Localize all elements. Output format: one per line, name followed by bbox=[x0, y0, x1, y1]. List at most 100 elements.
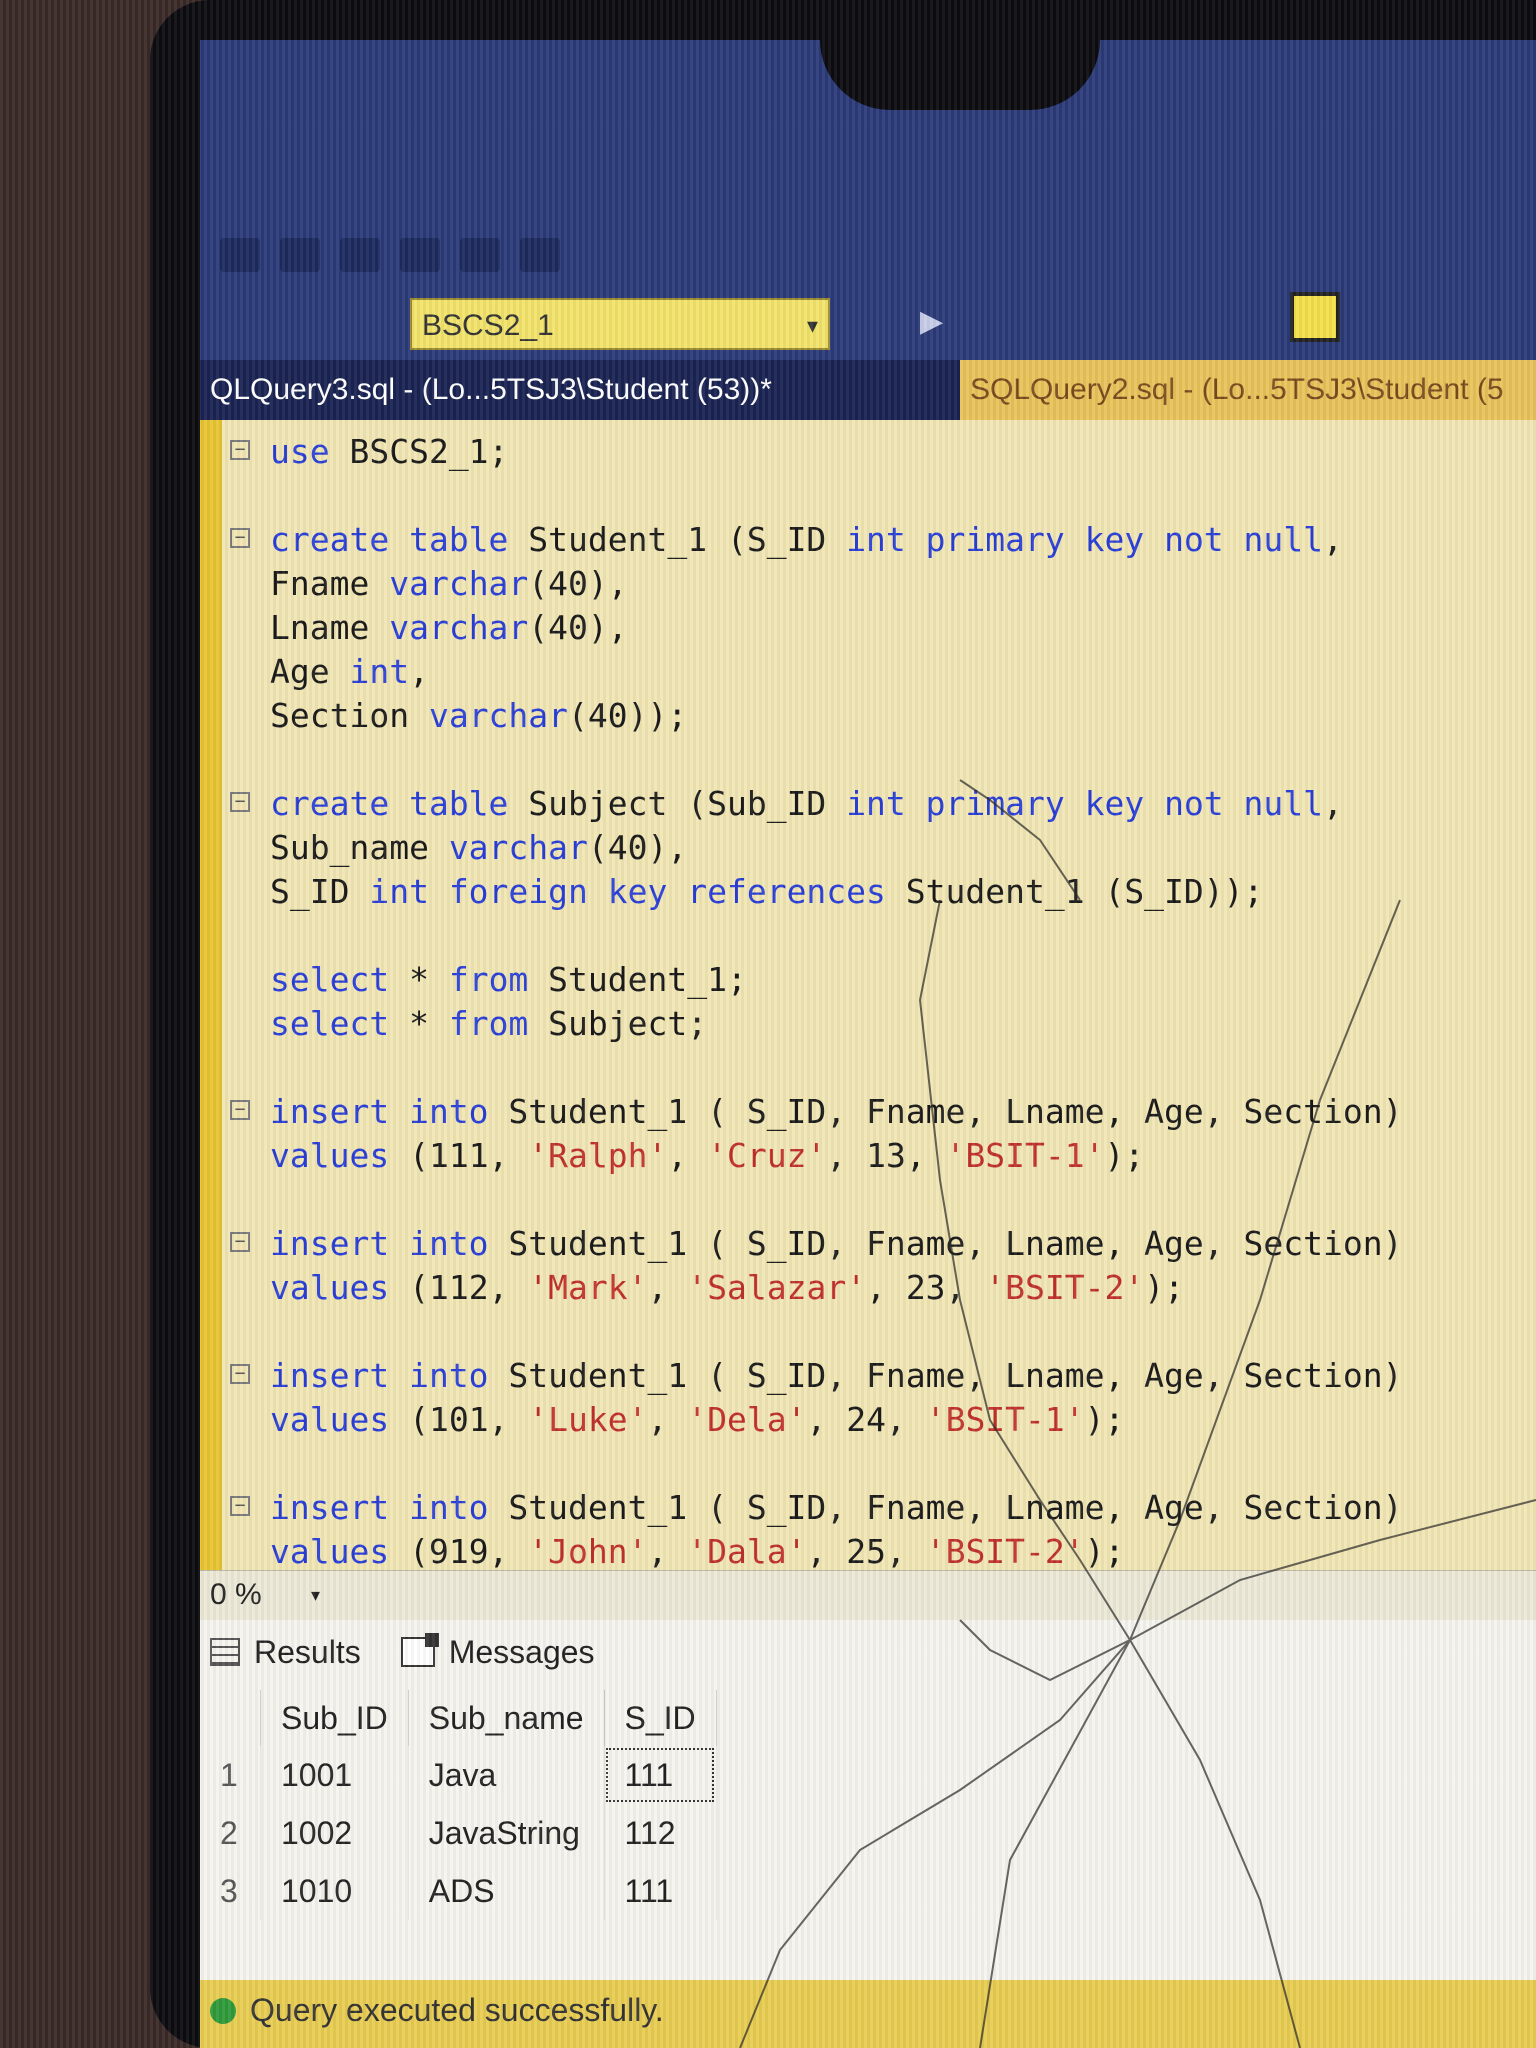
code-line[interactable]: − insert into Student_1 ( S_ID, Fname, Ln… bbox=[230, 1486, 1536, 1530]
collapse-icon[interactable]: − bbox=[230, 1496, 250, 1516]
code-blank-line[interactable] bbox=[230, 474, 1536, 518]
zoom-select[interactable]: 0 % ▾ bbox=[210, 1577, 320, 1613]
table-row[interactable]: 1 1001 Java 111 bbox=[210, 1746, 717, 1804]
table-cell[interactable]: 1001 bbox=[260, 1746, 409, 1804]
execute-icon[interactable]: ▶ bbox=[920, 304, 943, 339]
code-line[interactable]: values (112, 'Mark', 'Salazar', 23, 'BSI… bbox=[230, 1266, 1536, 1310]
table-cell[interactable]: 111 bbox=[604, 1862, 717, 1920]
code-area[interactable]: − use BSCS2_1; − create table Student_1 (S_… bbox=[230, 430, 1536, 1570]
code-line[interactable]: select * from Student_1; bbox=[230, 958, 1536, 1002]
chevron-down-icon: ▾ bbox=[310, 1585, 320, 1605]
code-text: (40), bbox=[528, 564, 628, 603]
code-keyword: insert into bbox=[270, 1356, 489, 1395]
table-row[interactable]: 3 1010 ADS 111 bbox=[210, 1862, 717, 1920]
collapse-icon[interactable]: − bbox=[230, 440, 250, 460]
table-cell[interactable]: 1002 bbox=[260, 1804, 409, 1862]
code-text: (40), bbox=[587, 828, 688, 867]
code-line[interactable]: values (111, 'Ralph', 'Cruz', 13, 'BSIT-… bbox=[230, 1134, 1536, 1178]
code-line[interactable]: Fname varchar(40), bbox=[230, 562, 1536, 606]
tab-sqlquery2[interactable]: SQLQuery2.sql - (Lo...5TSJ3\Student (5 bbox=[960, 360, 1536, 420]
code-line[interactable]: select * from Subject; bbox=[230, 1002, 1536, 1046]
code-blank-line[interactable] bbox=[230, 1442, 1536, 1486]
query-toolbar: BSCS2_1 ▾ ▶ bbox=[200, 290, 1536, 360]
results-header-row: Sub_ID Sub_name S_ID bbox=[210, 1690, 717, 1746]
code-text: , bbox=[1323, 520, 1343, 559]
code-text: Fname bbox=[270, 564, 390, 603]
table-cell[interactable]: ADS bbox=[408, 1862, 605, 1920]
collapse-icon[interactable]: − bbox=[230, 792, 250, 812]
column-header[interactable]: S_ID bbox=[604, 1690, 717, 1746]
database-select-value: BSCS2_1 bbox=[422, 309, 554, 342]
code-line[interactable]: S_ID int foreign key references Student_… bbox=[230, 870, 1536, 914]
save-icon[interactable] bbox=[340, 238, 380, 272]
table-cell[interactable]: Java bbox=[408, 1746, 605, 1804]
table-row[interactable]: 2 1002 JavaString 112 bbox=[210, 1804, 717, 1862]
status-text: Query executed successfully. bbox=[250, 1992, 664, 2028]
messages-icon bbox=[400, 1633, 439, 1667]
save-all-icon[interactable] bbox=[400, 238, 440, 272]
collapse-icon[interactable]: − bbox=[230, 528, 250, 548]
code-line[interactable]: Sub_name varchar(40), bbox=[230, 826, 1536, 870]
code-line[interactable]: − create table Student_1 (S_ID int primar… bbox=[230, 518, 1536, 562]
code-line[interactable]: values (101, 'Luke', 'Dela', 24, 'BSIT-1… bbox=[230, 1398, 1536, 1442]
redo-icon[interactable] bbox=[520, 238, 560, 272]
code-line[interactable]: Age int, bbox=[230, 650, 1536, 694]
query-editor[interactable]: − use BSCS2_1; − create table Student_1 (S_… bbox=[200, 420, 1536, 1570]
code-text: S_ID bbox=[270, 872, 370, 911]
status-bar: Query executed successfully. bbox=[200, 1980, 1536, 2048]
code-text: Age bbox=[270, 652, 350, 691]
database-select[interactable]: BSCS2_1 ▾ bbox=[410, 298, 830, 350]
table-cell[interactable]: 112 bbox=[604, 1804, 717, 1862]
undo-icon[interactable] bbox=[460, 238, 500, 272]
code-line[interactable]: − use BSCS2_1; bbox=[230, 430, 1536, 474]
code-string: 'BSIT-2' bbox=[925, 1532, 1085, 1570]
code-keyword: varchar bbox=[389, 608, 529, 647]
column-header[interactable]: Sub_ID bbox=[260, 1690, 409, 1746]
collapse-icon[interactable]: − bbox=[230, 1232, 250, 1252]
code-text: ); bbox=[1084, 1400, 1125, 1439]
collapse-icon[interactable]: − bbox=[230, 1100, 250, 1120]
code-line[interactable]: − insert into Student_1 ( S_ID, Fname, Ln… bbox=[230, 1354, 1536, 1398]
code-text: ); bbox=[1144, 1268, 1184, 1307]
code-blank-line[interactable] bbox=[230, 1046, 1536, 1090]
code-line[interactable]: Lname varchar(40), bbox=[230, 606, 1536, 650]
open-file-icon[interactable] bbox=[280, 238, 320, 272]
code-text: Subject (Sub_ID bbox=[508, 784, 847, 823]
tab-messages-label: Messages bbox=[448, 1633, 595, 1670]
camera-notch bbox=[820, 40, 1100, 110]
code-line[interactable]: − create table Subject (Sub_ID int primar… bbox=[230, 782, 1536, 826]
tab-sqlquery3[interactable]: QLQuery3.sql - (Lo...5TSJ3\Student (53))… bbox=[200, 360, 960, 420]
toolbar-highlight-icon[interactable] bbox=[1290, 292, 1340, 342]
table-cell[interactable]: JavaString bbox=[408, 1804, 605, 1862]
results-grid[interactable]: Sub_ID Sub_name S_ID 1 1001 Java 111 2 1… bbox=[210, 1690, 717, 1920]
code-text: * bbox=[389, 960, 449, 999]
row-number-header bbox=[210, 1690, 261, 1746]
screen: BSCS2_1 ▾ ▶ QLQuery3.sql - (Lo...5TSJ3\S… bbox=[200, 40, 1536, 2048]
code-blank-line[interactable] bbox=[230, 1310, 1536, 1354]
collapse-icon[interactable]: − bbox=[230, 1364, 250, 1384]
code-text: , bbox=[647, 1400, 688, 1439]
code-text: Student_1 ( S_ID, Fname, Lname, Age, Sec… bbox=[488, 1224, 1403, 1263]
code-line[interactable]: − insert into Student_1 ( S_ID, Fname, Ln… bbox=[230, 1090, 1536, 1134]
zoom-value: 0 % bbox=[210, 1578, 262, 1611]
tab-messages[interactable]: Messages bbox=[400, 1633, 595, 1671]
code-blank-line[interactable] bbox=[230, 1178, 1536, 1222]
code-line[interactable]: Section varchar(40)); bbox=[230, 694, 1536, 738]
code-keyword: values bbox=[270, 1268, 390, 1307]
table-cell-selected[interactable]: 111 bbox=[604, 1746, 717, 1804]
code-keyword: use bbox=[270, 432, 330, 471]
code-line[interactable]: − insert into Student_1 ( S_ID, Fname, Ln… bbox=[230, 1222, 1536, 1266]
new-query-icon[interactable] bbox=[220, 238, 260, 272]
code-keyword: int primary key not null bbox=[846, 784, 1324, 823]
column-header[interactable]: Sub_name bbox=[408, 1690, 605, 1746]
table-cell[interactable]: 1010 bbox=[260, 1862, 409, 1920]
code-keyword: select bbox=[270, 1004, 390, 1043]
code-blank-line[interactable] bbox=[230, 738, 1536, 782]
code-text: , 25, bbox=[806, 1532, 926, 1570]
code-line[interactable]: values (919, 'John', 'Dala', 25, 'BSIT-2… bbox=[230, 1530, 1536, 1570]
code-text: , bbox=[409, 652, 429, 691]
document-tabs: QLQuery3.sql - (Lo...5TSJ3\Student (53))… bbox=[200, 360, 1536, 420]
tab-results[interactable]: Results bbox=[210, 1634, 361, 1671]
code-blank-line[interactable] bbox=[230, 914, 1536, 958]
code-keyword: int primary key not null bbox=[846, 520, 1324, 559]
